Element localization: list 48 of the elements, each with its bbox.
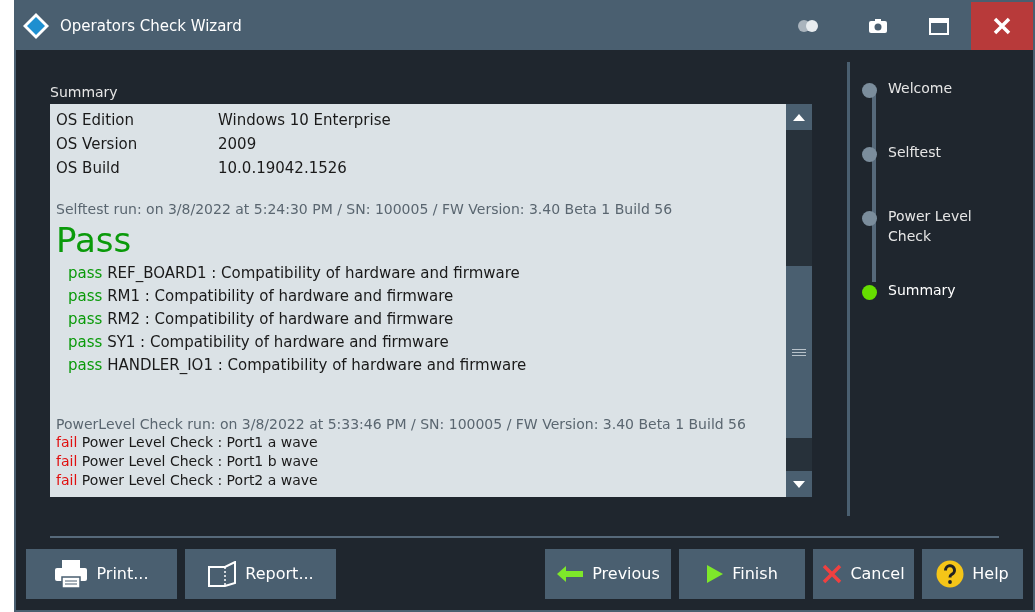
- summary-heading: Summary: [50, 83, 119, 102]
- result-line: fail Power Level Check : Port1 b wave: [56, 452, 319, 471]
- info-value: 10.0.19042.1526: [218, 158, 347, 179]
- scroll-thumb[interactable]: [786, 266, 812, 438]
- previous-button[interactable]: Previous: [545, 549, 671, 599]
- info-label: OS Edition: [56, 110, 135, 131]
- cancel-button[interactable]: Cancel: [813, 549, 914, 599]
- camera-icon[interactable]: [869, 19, 887, 33]
- grip-icon: [792, 348, 806, 356]
- step-label[interactable]: Power Level Check: [888, 206, 988, 246]
- result-line: pass SY1 : Compatibility of hardware and firmware: [67, 332, 450, 353]
- maximize-icon[interactable]: [929, 17, 949, 35]
- report-button[interactable]: Report...: [185, 549, 336, 599]
- window-title: Operators Check Wizard: [60, 15, 242, 37]
- info-value: 2009: [218, 134, 257, 155]
- close-button[interactable]: [971, 2, 1033, 50]
- result-line: pass RM2 : Compatibility of hardware and firmware: [67, 309, 455, 330]
- step-label[interactable]: Selftest: [888, 142, 988, 162]
- up-triangle-icon: [793, 113, 805, 121]
- down-triangle-icon: [793, 480, 805, 488]
- info-value: Windows 10 Enterprise: [218, 110, 391, 131]
- result-line: pass HANDLER_IO1 : Compatibility of hardware and firmware: [67, 355, 528, 376]
- info-label: OS Build: [56, 158, 121, 179]
- step-label[interactable]: Summary: [888, 280, 988, 300]
- scroll-down-button[interactable]: [786, 471, 812, 497]
- verdict-text: Pass: [56, 219, 133, 262]
- help-icon: [936, 560, 965, 588]
- finish-button[interactable]: Finish: [679, 549, 805, 599]
- result-line: fail Power Level Check : Port1 a wave: [56, 433, 319, 452]
- print-button[interactable]: Print...: [26, 549, 177, 599]
- info-label: OS Version: [56, 134, 139, 155]
- run-header: PowerLevel Check run: on 3/8/2022 at 5:33:46 PM / SN: 100005 / FW Version: 3.40 Beta 1 Build 56: [56, 415, 747, 433]
- scroll-up-button[interactable]: [786, 104, 812, 130]
- play-icon: [706, 564, 725, 584]
- close-icon: [993, 17, 1011, 35]
- diamond-logo-icon: [22, 12, 50, 40]
- step-label[interactable]: Welcome: [888, 78, 988, 98]
- document-icon: [207, 561, 238, 587]
- left-arrow-icon: [556, 565, 585, 583]
- result-line: pass RM1 : Compatibility of hardware and firmware: [67, 286, 455, 307]
- run-header: Selftest run: on 3/8/2022 at 5:24:30 PM / SN: 100005 / FW Version: 3.40 Beta 1 Build 56: [56, 200, 674, 218]
- toggle-icon[interactable]: [797, 19, 819, 33]
- cross-icon: [822, 564, 843, 584]
- help-button[interactable]: Help: [922, 549, 1023, 599]
- result-line: fail Power Level Check : Port2 a wave: [56, 471, 319, 490]
- scrollbar[interactable]: [786, 104, 812, 497]
- printer-icon: [54, 559, 89, 589]
- result-line: pass REF_BOARD1 : Compatibility of hardware and firmware: [67, 263, 521, 284]
